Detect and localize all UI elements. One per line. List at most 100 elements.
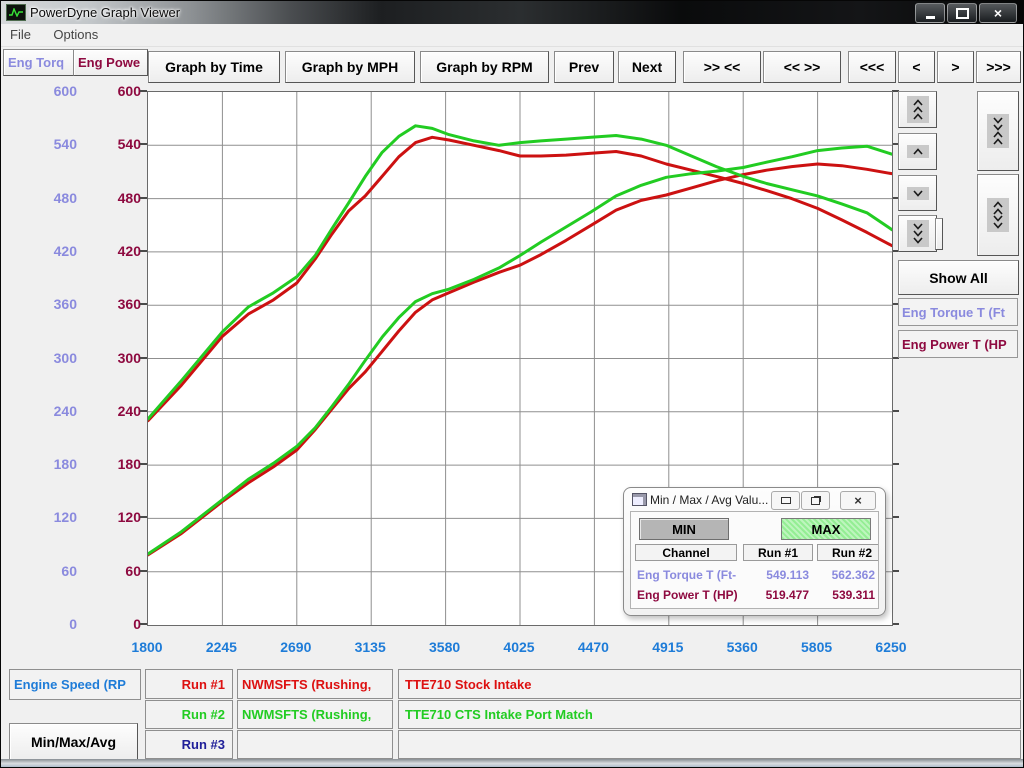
- maximize-button[interactable]: [947, 3, 977, 23]
- minmax-torque-run2-value: 562.362: [817, 568, 875, 582]
- axis-tick: [140, 623, 147, 625]
- column-header-channel[interactable]: Channel: [635, 544, 737, 561]
- minmax-window: Min / Max / Avg Valu... × MIN MAX Channe…: [623, 487, 886, 616]
- app-icon: [6, 4, 26, 21]
- run3-label[interactable]: Run #3: [145, 730, 233, 759]
- x-tick: 5360: [705, 639, 779, 656]
- scroll-up-button[interactable]: [898, 133, 937, 170]
- window-bottom-edge: [1, 759, 1024, 768]
- y-tick-torque: 600: [19, 83, 77, 99]
- minimize-icon: [781, 497, 791, 504]
- minmax-window-icon: [632, 493, 647, 506]
- y-tick-torque: 540: [19, 136, 77, 152]
- chevron-up-triple-icon: [907, 96, 929, 123]
- axis-tick: [892, 463, 899, 465]
- minmax-row-power-channel: Eng Power T (HP): [637, 588, 738, 602]
- torque-channel-label[interactable]: Eng Torque T (Ft: [898, 298, 1018, 326]
- x-tick: 4915: [631, 639, 705, 656]
- y-tick-torque: 60: [19, 563, 77, 579]
- scroll-down-fast-button[interactable]: [898, 215, 937, 252]
- run2-label[interactable]: Run #2: [145, 700, 233, 729]
- y-tick-power: 300: [87, 350, 141, 366]
- run2-comment-field[interactable]: NWMSFTS (Rushing,: [237, 700, 393, 729]
- x-tick: 2245: [184, 639, 258, 656]
- minmax-close-button[interactable]: ×: [840, 491, 876, 510]
- minmax-power-run2-value: 539.311: [817, 588, 875, 602]
- graph-by-time-button[interactable]: Graph by Time: [148, 51, 280, 83]
- zoom-in-x-button[interactable]: >> <<: [683, 51, 761, 83]
- y-tick-power: 0: [87, 616, 141, 632]
- power-channel-label[interactable]: Eng Power T (HP: [898, 330, 1018, 358]
- x-channel-label[interactable]: Engine Speed (RP: [9, 669, 141, 700]
- next-button[interactable]: Next: [618, 51, 676, 83]
- minmax-torque-run1-value: 549.113: [743, 568, 809, 582]
- prev-button[interactable]: Prev: [554, 51, 614, 83]
- minmax-restore-button[interactable]: [801, 491, 830, 510]
- x-tick: 4470: [556, 639, 630, 656]
- axis-tick: [140, 357, 147, 359]
- y-tick-torque: 180: [19, 456, 77, 472]
- scroll-left-fast-button[interactable]: <<<: [848, 51, 896, 83]
- axis-tick: [140, 410, 147, 412]
- window-title: PowerDyne Graph Viewer: [30, 5, 180, 20]
- axis-tick: [140, 463, 147, 465]
- compress-vertical-button[interactable]: [977, 91, 1019, 171]
- minmax-avg-button[interactable]: Min/Max/Avg: [9, 723, 138, 761]
- chevron-up-icon: [907, 145, 929, 158]
- min-toggle-button[interactable]: MIN: [639, 518, 729, 540]
- title-bar: PowerDyne Graph Viewer ×: [1, 1, 1024, 24]
- max-toggle-button[interactable]: MAX: [781, 518, 871, 540]
- partial-button: [935, 218, 943, 250]
- axis-tick: [892, 570, 899, 572]
- maximize-icon: [956, 8, 969, 19]
- run1-label[interactable]: Run #1: [145, 669, 233, 699]
- y-tick-power: 540: [87, 136, 141, 152]
- minmax-minimize-button[interactable]: [771, 491, 800, 510]
- menu-bar: File Options: [1, 24, 1024, 47]
- restore-icon: [811, 497, 820, 505]
- y-tick-power: 600: [87, 83, 141, 99]
- y-tick-power: 60: [87, 563, 141, 579]
- close-button[interactable]: ×: [979, 3, 1017, 23]
- axis-tick: [140, 250, 147, 252]
- expand-vertical-button[interactable]: [977, 174, 1019, 256]
- scroll-right-button[interactable]: >: [937, 51, 974, 83]
- close-icon: ×: [854, 493, 862, 508]
- column-header-run1[interactable]: Run #1: [743, 544, 813, 561]
- show-all-button[interactable]: Show All: [898, 260, 1019, 295]
- x-tick: 3580: [408, 639, 482, 656]
- scroll-up-fast-button[interactable]: [898, 91, 937, 128]
- minmax-window-title: Min / Max / Avg Valu...: [650, 493, 768, 507]
- channel-button-power[interactable]: Eng Powe: [73, 49, 148, 76]
- channel-button-torque[interactable]: Eng Torq: [3, 49, 75, 76]
- run1-description-field[interactable]: TTE710 Stock Intake: [398, 669, 1021, 699]
- minimize-button[interactable]: [915, 3, 945, 23]
- scroll-right-fast-button[interactable]: >>>: [976, 51, 1021, 83]
- y-tick-power: 180: [87, 456, 141, 472]
- run2-description-field[interactable]: TTE710 CTS Intake Port Match: [398, 700, 1021, 729]
- axis-tick: [892, 623, 899, 625]
- y-tick-power: 120: [87, 509, 141, 525]
- scroll-down-button[interactable]: [898, 175, 937, 211]
- run3-description-field[interactable]: [398, 730, 1021, 759]
- y-tick-power: 480: [87, 190, 141, 206]
- y-tick-torque: 240: [19, 403, 77, 419]
- y-tick-torque: 360: [19, 296, 77, 312]
- minmax-panel: MIN MAX Channel Run #1 Run #2 Eng Torque…: [630, 511, 879, 609]
- y-tick-power: 360: [87, 296, 141, 312]
- run1-comment-field[interactable]: NWMSFTS (Rushing,: [237, 669, 393, 699]
- chevron-down-triple-icon: [907, 220, 929, 247]
- graph-by-mph-button[interactable]: Graph by MPH: [285, 51, 415, 83]
- menu-options[interactable]: Options: [44, 24, 107, 45]
- graph-by-rpm-button[interactable]: Graph by RPM: [420, 51, 549, 83]
- x-tick: 2690: [259, 639, 333, 656]
- scroll-left-button[interactable]: <: [898, 51, 935, 83]
- column-header-run2[interactable]: Run #2: [817, 544, 879, 561]
- x-tick: 1800: [110, 639, 184, 656]
- menu-file[interactable]: File: [1, 24, 40, 45]
- zoom-out-x-button[interactable]: << >>: [763, 51, 841, 83]
- y-tick-torque: 0: [19, 616, 77, 632]
- axis-tick: [140, 197, 147, 199]
- minmax-row-torque-channel: Eng Torque T (Ft-: [637, 568, 736, 582]
- run3-comment-field[interactable]: [237, 730, 393, 759]
